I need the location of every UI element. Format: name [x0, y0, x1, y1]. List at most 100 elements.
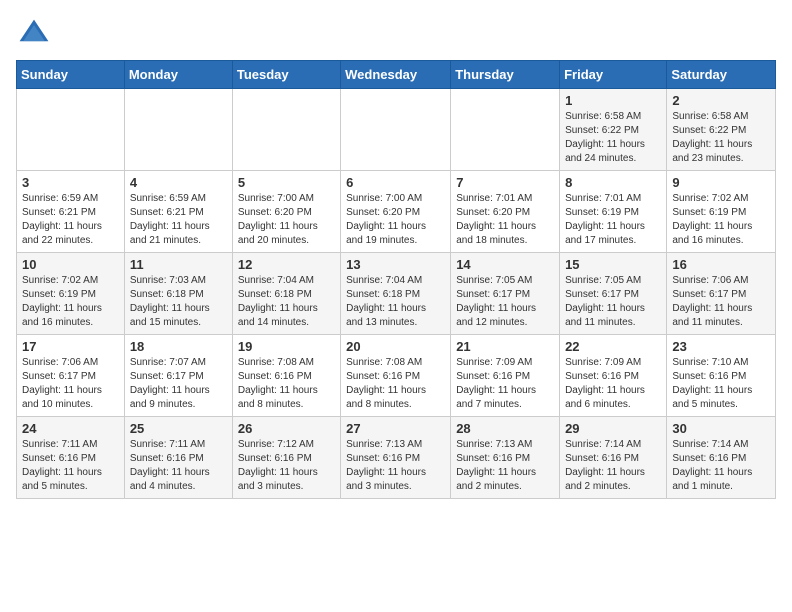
day-info-18: Sunrise: 7:07 AM Sunset: 6:17 PM Dayligh…: [130, 356, 227, 412]
day-info-9: Sunrise: 7:02 AM Sunset: 6:19 PM Dayligh…: [672, 192, 770, 248]
day-cell-19: 19 Sunrise: 7:08 AM Sunset: 6:16 PM Dayli…: [232, 335, 340, 417]
day-number-11: 11: [130, 257, 227, 272]
day-cell-21: 21 Sunrise: 7:09 AM Sunset: 6:16 PM Dayli…: [451, 335, 560, 417]
day-cell-18: 18 Sunrise: 7:07 AM Sunset: 6:17 PM Dayli…: [124, 335, 232, 417]
day-cell-5: 5 Sunrise: 7:00 AM Sunset: 6:20 PM Daylig…: [232, 171, 340, 253]
day-info-23: Sunrise: 7:10 AM Sunset: 6:16 PM Dayligh…: [672, 356, 770, 412]
day-info-6: Sunrise: 7:00 AM Sunset: 6:20 PM Dayligh…: [346, 192, 445, 248]
day-info-25: Sunrise: 7:11 AM Sunset: 6:16 PM Dayligh…: [130, 438, 227, 494]
day-number-22: 22: [565, 339, 661, 354]
day-cell-1: 1 Sunrise: 6:58 AM Sunset: 6:22 PM Daylig…: [560, 89, 667, 171]
day-number-6: 6: [346, 175, 445, 190]
day-info-27: Sunrise: 7:13 AM Sunset: 6:16 PM Dayligh…: [346, 438, 445, 494]
day-info-4: Sunrise: 6:59 AM Sunset: 6:21 PM Dayligh…: [130, 192, 227, 248]
day-number-8: 8: [565, 175, 661, 190]
day-number-29: 29: [565, 421, 661, 436]
day-number-19: 19: [238, 339, 335, 354]
day-cell-9: 9Sunrise: 7:02 AM Sunset: 6:19 PM Daylig…: [667, 171, 776, 253]
weekday-header-tuesday: Tuesday: [232, 61, 340, 89]
day-number-18: 18: [130, 339, 227, 354]
day-number-7: 7: [456, 175, 554, 190]
day-cell-16: 16 Sunrise: 7:06 AM Sunset: 6:17 PM Dayli…: [667, 253, 776, 335]
day-info-29: Sunrise: 7:14 AM Sunset: 6:16 PM Dayligh…: [565, 438, 661, 494]
day-cell-23: 23 Sunrise: 7:10 AM Sunset: 6:16 PM Dayli…: [667, 335, 776, 417]
day-number-28: 28: [456, 421, 554, 436]
empty-cell: [341, 89, 451, 171]
day-number-4: 4: [130, 175, 227, 190]
day-cell-29: 29 Sunrise: 7:14 AM Sunset: 6:16 PM Dayli…: [560, 417, 667, 499]
day-info-10: Sunrise: 7:02 AM Sunset: 6:19 PM Dayligh…: [22, 274, 119, 330]
day-info-14: Sunrise: 7:05 AM Sunset: 6:17 PM Dayligh…: [456, 274, 554, 330]
calendar-table: SundayMondayTuesdayWednesdayThursdayFrid…: [16, 60, 776, 499]
week-row-1: 1 Sunrise: 6:58 AM Sunset: 6:22 PM Daylig…: [17, 89, 776, 171]
day-cell-12: 12Sunrise: 7:04 AM Sunset: 6:18 PM Dayli…: [232, 253, 340, 335]
day-cell-30: 30 Sunrise: 7:14 AM Sunset: 6:16 PM Dayli…: [667, 417, 776, 499]
day-info-7: Sunrise: 7:01 AM Sunset: 6:20 PM Dayligh…: [456, 192, 554, 248]
weekday-header-row: SundayMondayTuesdayWednesdayThursdayFrid…: [17, 61, 776, 89]
weekday-header-saturday: Saturday: [667, 61, 776, 89]
day-cell-10: 10 Sunrise: 7:02 AM Sunset: 6:19 PM Dayli…: [17, 253, 125, 335]
day-cell-17: 17 Sunrise: 7:06 AM Sunset: 6:17 PM Dayli…: [17, 335, 125, 417]
day-info-3: Sunrise: 6:59 AM Sunset: 6:21 PM Dayligh…: [22, 192, 119, 248]
logo: [16, 16, 56, 52]
day-number-23: 23: [672, 339, 770, 354]
day-cell-13: 13Sunrise: 7:04 AM Sunset: 6:18 PM Dayli…: [341, 253, 451, 335]
week-row-2: 3 Sunrise: 6:59 AM Sunset: 6:21 PM Daylig…: [17, 171, 776, 253]
day-cell-28: 28 Sunrise: 7:13 AM Sunset: 6:16 PM Dayli…: [451, 417, 560, 499]
day-cell-3: 3 Sunrise: 6:59 AM Sunset: 6:21 PM Daylig…: [17, 171, 125, 253]
day-number-21: 21: [456, 339, 554, 354]
day-info-12: Sunrise: 7:04 AM Sunset: 6:18 PM Dayligh…: [238, 274, 335, 330]
day-number-20: 20: [346, 339, 445, 354]
day-number-26: 26: [238, 421, 335, 436]
weekday-header-thursday: Thursday: [451, 61, 560, 89]
day-info-17: Sunrise: 7:06 AM Sunset: 6:17 PM Dayligh…: [22, 356, 119, 412]
logo-icon: [16, 16, 52, 52]
day-info-11: Sunrise: 7:03 AM Sunset: 6:18 PM Dayligh…: [130, 274, 227, 330]
day-info-28: Sunrise: 7:13 AM Sunset: 6:16 PM Dayligh…: [456, 438, 554, 494]
day-info-24: Sunrise: 7:11 AM Sunset: 6:16 PM Dayligh…: [22, 438, 119, 494]
day-info-30: Sunrise: 7:14 AM Sunset: 6:16 PM Dayligh…: [672, 438, 770, 494]
day-cell-11: 11 Sunrise: 7:03 AM Sunset: 6:18 PM Dayli…: [124, 253, 232, 335]
day-cell-22: 22Sunrise: 7:09 AM Sunset: 6:16 PM Dayli…: [560, 335, 667, 417]
day-info-5: Sunrise: 7:00 AM Sunset: 6:20 PM Dayligh…: [238, 192, 335, 248]
day-cell-26: 26 Sunrise: 7:12 AM Sunset: 6:16 PM Dayli…: [232, 417, 340, 499]
week-row-4: 17 Sunrise: 7:06 AM Sunset: 6:17 PM Dayli…: [17, 335, 776, 417]
day-number-17: 17: [22, 339, 119, 354]
day-cell-24: 24 Sunrise: 7:11 AM Sunset: 6:16 PM Dayli…: [17, 417, 125, 499]
day-info-13: Sunrise: 7:04 AM Sunset: 6:18 PM Dayligh…: [346, 274, 445, 330]
page-header: [16, 16, 776, 52]
day-number-3: 3: [22, 175, 119, 190]
day-number-30: 30: [672, 421, 770, 436]
day-number-24: 24: [22, 421, 119, 436]
day-cell-6: 6 Sunrise: 7:00 AM Sunset: 6:20 PM Daylig…: [341, 171, 451, 253]
empty-cell: [124, 89, 232, 171]
weekday-header-sunday: Sunday: [17, 61, 125, 89]
day-number-5: 5: [238, 175, 335, 190]
day-info-21: Sunrise: 7:09 AM Sunset: 6:16 PM Dayligh…: [456, 356, 554, 412]
day-info-26: Sunrise: 7:12 AM Sunset: 6:16 PM Dayligh…: [238, 438, 335, 494]
day-info-19: Sunrise: 7:08 AM Sunset: 6:16 PM Dayligh…: [238, 356, 335, 412]
day-cell-7: 7 Sunrise: 7:01 AM Sunset: 6:20 PM Daylig…: [451, 171, 560, 253]
weekday-header-monday: Monday: [124, 61, 232, 89]
day-info-16: Sunrise: 7:06 AM Sunset: 6:17 PM Dayligh…: [672, 274, 770, 330]
day-number-15: 15: [565, 257, 661, 272]
day-number-10: 10: [22, 257, 119, 272]
empty-cell: [232, 89, 340, 171]
weekday-header-wednesday: Wednesday: [341, 61, 451, 89]
day-info-2: Sunrise: 6:58 AM Sunset: 6:22 PM Dayligh…: [672, 110, 770, 166]
day-info-1: Sunrise: 6:58 AM Sunset: 6:22 PM Dayligh…: [565, 110, 661, 166]
day-number-2: 2: [672, 93, 770, 108]
day-cell-8: 8 Sunrise: 7:01 AM Sunset: 6:19 PM Daylig…: [560, 171, 667, 253]
day-number-1: 1: [565, 93, 661, 108]
day-number-16: 16: [672, 257, 770, 272]
day-number-25: 25: [130, 421, 227, 436]
day-cell-27: 27Sunrise: 7:13 AM Sunset: 6:16 PM Dayli…: [341, 417, 451, 499]
day-info-8: Sunrise: 7:01 AM Sunset: 6:19 PM Dayligh…: [565, 192, 661, 248]
weekday-header-friday: Friday: [560, 61, 667, 89]
day-number-14: 14: [456, 257, 554, 272]
day-info-20: Sunrise: 7:08 AM Sunset: 6:16 PM Dayligh…: [346, 356, 445, 412]
day-cell-4: 4 Sunrise: 6:59 AM Sunset: 6:21 PM Daylig…: [124, 171, 232, 253]
day-cell-15: 15 Sunrise: 7:05 AM Sunset: 6:17 PM Dayli…: [560, 253, 667, 335]
empty-cell: [451, 89, 560, 171]
day-info-15: Sunrise: 7:05 AM Sunset: 6:17 PM Dayligh…: [565, 274, 661, 330]
